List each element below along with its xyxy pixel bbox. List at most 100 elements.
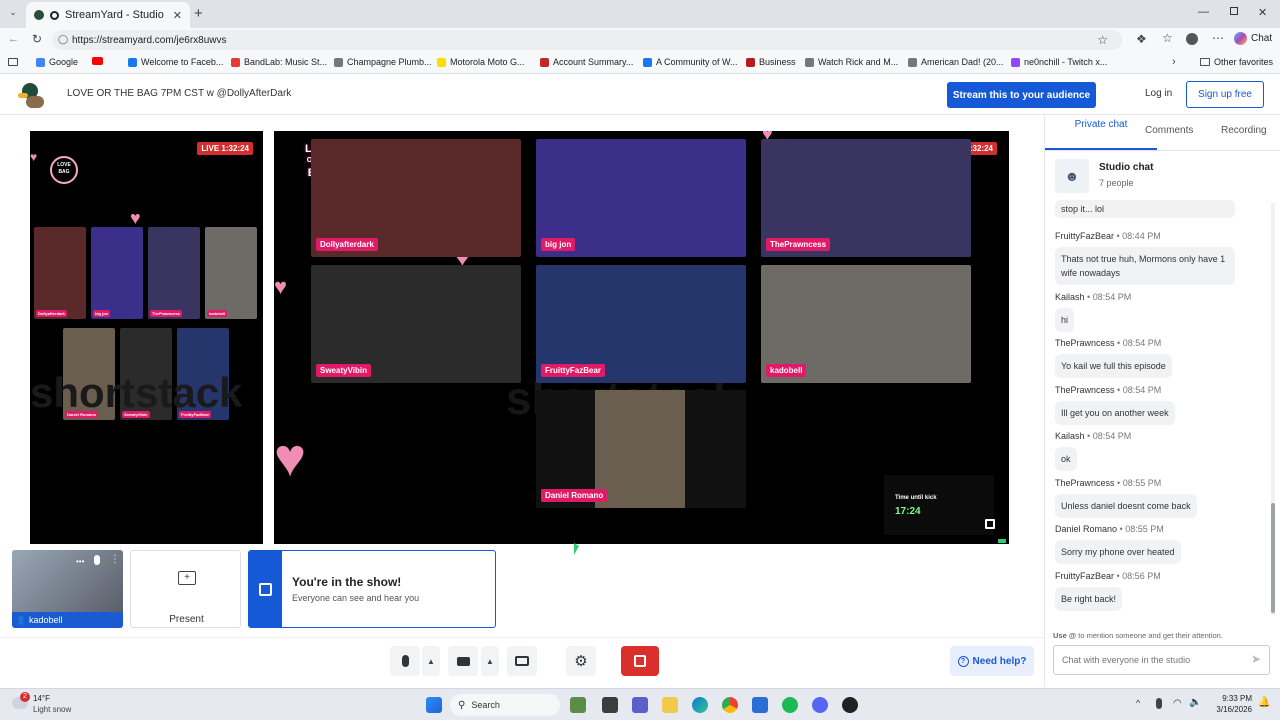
windows-start-icon[interactable] [426,697,442,713]
app-icon[interactable] [842,697,858,713]
bookmark-champagne[interactable]: Champagne Plumb... [334,57,432,67]
participant-nametag: kadobell [766,364,807,377]
microphone-button[interactable] [390,646,420,676]
other-favorites[interactable]: Other favorites [1200,57,1273,67]
scrollbar[interactable] [1271,203,1275,615]
mini-tile: kadobell [205,227,257,319]
help-icon: ? [957,655,969,667]
signup-button[interactable]: Sign up free [1186,81,1264,108]
bookmark-twitch[interactable]: ne0nchill - Twitch x... [1011,57,1107,67]
bookmark-bandlab[interactable]: BandLab: Music St... [231,57,327,67]
login-link[interactable]: Log in [1145,88,1172,99]
message-separator: • [1084,292,1093,302]
need-help-label: Need help? [972,655,1027,667]
watermark: shortstack [30,369,243,416]
present-tile[interactable]: + Present [130,550,241,628]
tab-recording[interactable]: Recording [1221,125,1267,136]
message-separator: • [1114,338,1123,348]
edge-icon[interactable] [692,697,708,713]
chat-input[interactable] [1062,652,1242,668]
extensions-icon[interactable]: ❖ [1136,32,1147,46]
discord-icon[interactable] [812,697,828,713]
file-explorer-icon[interactable] [662,697,678,713]
address-bar[interactable]: ◯ https://streamyard.com/je6rx8uwvs ☆ [52,30,1122,50]
self-camera-tile[interactable]: ••• ⋮ 👤 kadobell [12,550,123,628]
notification-bell-icon[interactable]: 🔔 [1258,697,1270,708]
bookmark-business[interactable]: Business [746,57,796,67]
participant-nametag: ThePrawncess [766,238,831,251]
task-view-icon[interactable] [570,697,586,713]
volume-icon[interactable]: 🔈 [1189,697,1201,708]
more-menu-icon[interactable]: ⋯ [1212,31,1224,45]
close-window-icon[interactable]: ✕ [1258,6,1267,19]
refresh-icon[interactable]: ↻ [32,32,42,46]
leave-studio-button[interactable] [621,646,659,676]
mouse-cursor [574,543,579,555]
copilot-chat-button[interactable]: Chat [1234,32,1272,45]
stream-to-audience-button[interactable]: Stream this to your audience [947,82,1096,108]
bookmark-label: Welcome to Faceb... [141,57,224,67]
bookmark-facebook[interactable]: Welcome to Faceb... [128,57,223,67]
studio-chat-title: Studio chat [1099,162,1154,173]
bookmark-google[interactable]: Google [36,57,78,67]
bookmark-community[interactable]: A Community of W... [643,57,738,67]
wifi-icon[interactable]: ◠ [1173,698,1182,709]
tab-list-chevron-icon[interactable]: ⌄ [6,7,20,21]
back-icon[interactable]: ← [8,33,19,45]
microphone-tray-icon[interactable] [1156,698,1162,709]
bookmark-rick-and-morty[interactable]: Watch Rick and M... [805,57,898,67]
bookmarks-menu-icon[interactable] [8,58,18,66]
bookmark-motorola[interactable]: Motorola Moto G... [437,57,525,67]
chat-message: ThePrawncess • 08:54 PM Yo kail we full t… [1055,333,1172,378]
participant-tile: ThePrawncess [761,139,971,257]
message-author: FruittyFazBear [1055,231,1115,241]
microphone-options-button[interactable]: ▲ [422,646,440,676]
favorite-star-icon[interactable]: ☆ [1097,33,1108,47]
message-separator: • [1114,571,1123,581]
camera-options-button[interactable]: ▲ [481,646,499,676]
settings-button[interactable]: ⚙ [566,646,596,676]
heart-decoration: ♥ [30,150,38,164]
store-icon[interactable] [752,697,768,713]
widgets-icon[interactable] [602,697,618,713]
browser-tab-streamyard[interactable]: StreamYard - Studio ✕ [26,2,190,28]
weather-widget[interactable]: 2 14°F Light snow [10,692,100,718]
clock[interactable]: 9:33 PM 3/16/2026 [1212,693,1252,715]
system-tray-chevron-icon[interactable]: ^ [1136,698,1140,708]
in-show-badge [249,551,282,627]
bookmark-youtube[interactable] [92,57,103,65]
taskbar-search[interactable]: ⚲ Search [450,694,560,716]
tile-menu-icon[interactable]: ⋮ [110,554,120,565]
send-icon[interactable]: ➤ [1251,652,1261,666]
new-tab-button[interactable]: + [194,5,203,22]
fullscreen-icon[interactable] [985,519,995,529]
tab-close-icon[interactable]: ✕ [173,9,182,22]
participant-tile: FruittyFazBear [536,265,746,383]
main-stage: shortstack ♥ ♥ ♥ ♥ LIVE 1:32:24 LOVE OR … [274,131,1009,544]
chat-scroll[interactable]: stop it... lol FruittyFazBear • 08:44 PM… [1045,199,1280,619]
chat-input-box[interactable]: ➤ [1053,645,1270,675]
share-screen-button[interactable] [507,646,537,676]
tabs-divider [1045,150,1280,151]
mic-icon[interactable] [94,555,100,565]
camera-button[interactable] [448,646,478,676]
bookmark-american-dad[interactable]: American Dad! (20... [908,57,1004,67]
tab-private-chat[interactable]: Private chat [1071,118,1131,131]
bookmarks-overflow-icon[interactable]: › [1172,56,1176,68]
bookmark-label: Google [49,57,79,67]
maximize-window-icon[interactable] [1230,7,1238,15]
minimize-window-icon[interactable]: — [1198,6,1209,18]
teams-icon[interactable] [632,697,648,713]
streamyard-logo-icon[interactable] [16,80,46,110]
profile-icon[interactable] [1186,33,1198,45]
scrollbar-thumb[interactable] [1271,503,1275,613]
spotify-icon[interactable] [782,697,798,713]
chat-message: ThePrawncess • 08:55 PM Unless daniel doe… [1055,473,1197,518]
bookmark-account-summary[interactable]: Account Summary... [540,57,633,67]
favorites-icon[interactable]: ☆ [1162,31,1173,45]
globe-icon [908,57,917,67]
site-info-icon[interactable]: ◯ [58,34,68,45]
tab-comments[interactable]: Comments [1145,125,1193,136]
chrome-icon[interactable] [722,697,738,713]
need-help-button[interactable]: ? Need help? [950,646,1034,676]
